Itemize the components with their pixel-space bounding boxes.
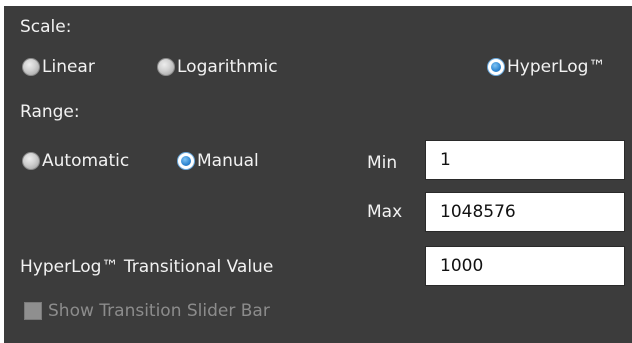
show-transition-slider-label: Show Transition Slider Bar [48, 301, 270, 321]
range-min-input[interactable]: 1 [425, 140, 625, 180]
scale-hyperlog-label: HyperLog™ [507, 57, 606, 77]
range-min-label: Min [367, 153, 398, 173]
transitional-value-label: HyperLog™ Transitional Value [20, 257, 274, 277]
range-manual-radio[interactable]: Manual [177, 149, 259, 173]
range-manual-label: Manual [197, 151, 259, 171]
scale-linear-label: Linear [42, 57, 95, 77]
radio-unselected-icon [22, 152, 40, 170]
range-max-input[interactable]: 1048576 [425, 192, 625, 232]
scale-heading: Scale: [20, 17, 72, 37]
checkbox-unchecked-icon [24, 302, 42, 320]
radio-selected-icon [487, 58, 505, 76]
range-automatic-radio[interactable]: Automatic [22, 149, 129, 173]
show-transition-slider-checkbox[interactable]: Show Transition Slider Bar [24, 299, 270, 323]
range-max-label: Max [367, 202, 403, 222]
transitional-value-input[interactable]: 1000 [425, 246, 625, 286]
scale-logarithmic-radio[interactable]: Logarithmic [157, 55, 278, 79]
range-heading: Range: [20, 102, 80, 122]
radio-selected-icon [177, 152, 195, 170]
range-automatic-label: Automatic [42, 151, 130, 171]
radio-unselected-icon [157, 58, 175, 76]
scale-hyperlog-radio[interactable]: HyperLog™ [487, 55, 605, 79]
axis-scale-settings-panel: Scale: Linear Logarithmic HyperLog™ Rang… [4, 6, 632, 343]
radio-unselected-icon [22, 58, 40, 76]
scale-logarithmic-label: Logarithmic [177, 57, 278, 77]
scale-linear-radio[interactable]: Linear [22, 55, 95, 79]
